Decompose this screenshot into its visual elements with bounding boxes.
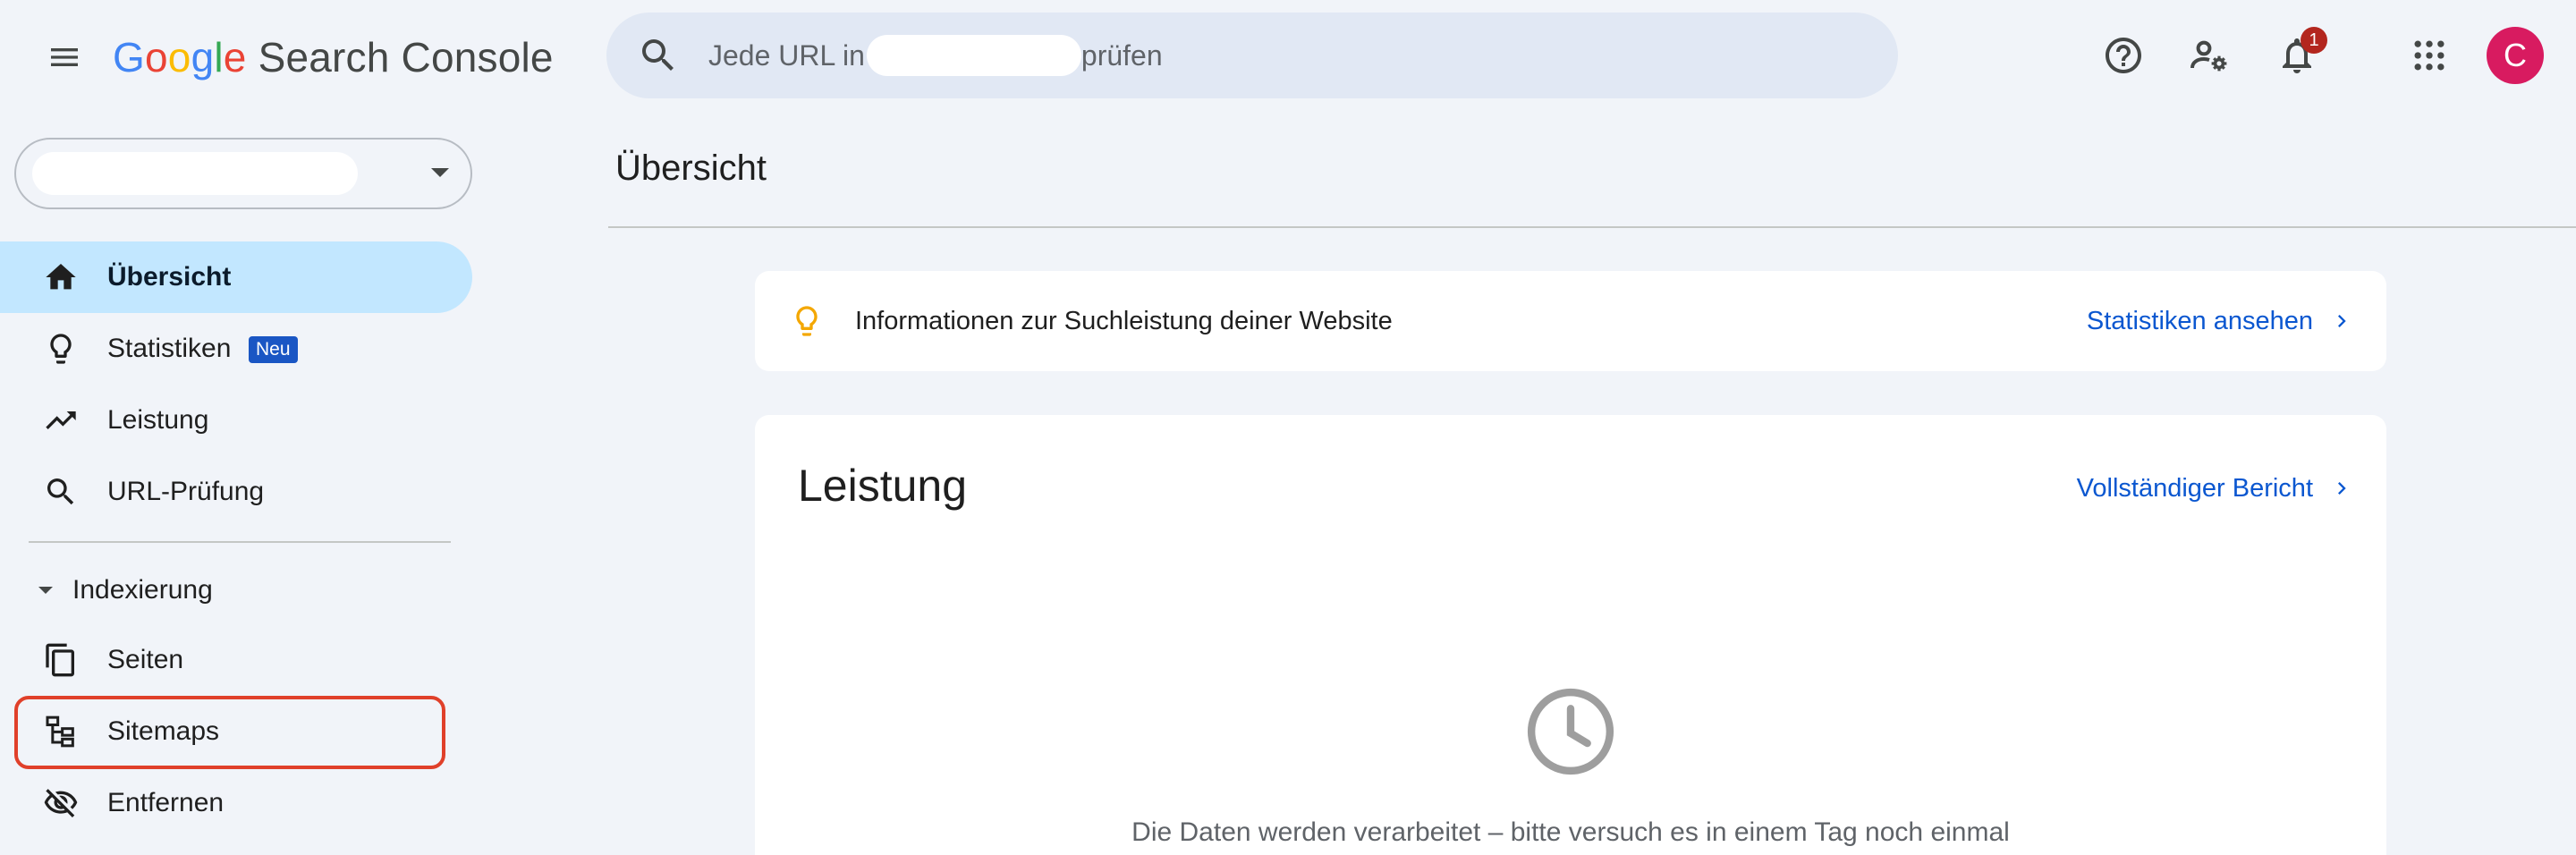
- google-apps-button[interactable]: [2399, 25, 2460, 86]
- logo-letter: G: [113, 34, 145, 80]
- new-badge: Neu: [249, 336, 298, 363]
- performance-card: Leistung Vollständiger Bericht Die Daten…: [755, 415, 2386, 855]
- sidebar-item-label: Statistiken: [107, 334, 232, 363]
- sidebar-item-entfernen[interactable]: Entfernen: [0, 767, 472, 839]
- visibility-off-icon: [43, 785, 79, 821]
- link-label: Statistiken ansehen: [2086, 306, 2313, 335]
- redacted-property: [866, 35, 1081, 76]
- pages-icon: [43, 642, 79, 678]
- search-placeholder[interactable]: Jede URL in prüfen: [708, 13, 1163, 98]
- trending-up-icon: [43, 402, 79, 438]
- sidebar-item-label: Übersicht: [107, 262, 232, 292]
- insights-text: Informationen zur Suchleistung deiner We…: [855, 306, 1393, 335]
- performance-card-title: Leistung: [798, 461, 968, 511]
- menu-icon: [51, 48, 78, 66]
- sidebar-item-label: Leistung: [107, 405, 209, 435]
- sitemap-icon: [43, 714, 79, 749]
- insights-card: Informationen zur Suchleistung deiner We…: [755, 271, 2386, 371]
- manage-users-button[interactable]: [2179, 25, 2240, 86]
- search-icon[interactable]: [637, 34, 680, 77]
- help-button[interactable]: [2093, 25, 2154, 86]
- manage-users-icon: [2190, 40, 2227, 72]
- search-icon: [43, 474, 79, 510]
- logo-letter: o: [144, 34, 168, 80]
- account-avatar[interactable]: C: [2487, 27, 2544, 84]
- caret-down-icon: [38, 587, 53, 594]
- page-title: Übersicht: [615, 148, 767, 188]
- google-search-console-logo[interactable]: Go o g l e Search Console: [113, 30, 554, 84]
- sidebar-item-label: URL-Prüfung: [107, 477, 265, 506]
- sidebar-item-url-pruefung[interactable]: URL-Prüfung: [0, 456, 472, 528]
- notification-count-badge: 1: [2301, 27, 2327, 54]
- logo-letter: l: [214, 34, 224, 80]
- lightbulb-icon: [43, 331, 79, 367]
- search-placeholder-end: prüfen: [1080, 38, 1163, 72]
- sidebar-section-label: Indexierung: [72, 575, 213, 605]
- sidebar-item-statistiken[interactable]: Statistiken Neu: [0, 313, 472, 385]
- notifications-button[interactable]: 1: [2267, 25, 2327, 86]
- top-app-bar: Go o g l e Search Console Jede URL in prüfen: [0, 0, 2576, 111]
- sidebar-item-sitemaps[interactable]: Sitemaps: [0, 696, 472, 767]
- lightbulb-icon: [796, 306, 818, 336]
- sidebar-item-uebersicht[interactable]: Übersicht: [0, 241, 472, 313]
- url-inspection-search[interactable]: Jede URL in prüfen: [606, 13, 1898, 98]
- sidebar-divider: [29, 541, 451, 543]
- property-selector[interactable]: [14, 138, 472, 209]
- redacted-property-name: [32, 152, 358, 195]
- chevron-right-icon: [2338, 482, 2346, 495]
- logo-letter: o: [167, 34, 191, 80]
- link-label: Vollständiger Bericht: [2076, 473, 2313, 503]
- main-menu-button[interactable]: [36, 29, 93, 86]
- logo-letter: g: [191, 34, 215, 80]
- statistiken-ansehen-link[interactable]: Statistiken ansehen: [2087, 271, 2354, 371]
- processing-message: Die Daten werden verarbeitet – bitte ver…: [1131, 817, 2010, 847]
- sidebar-section-indexierung[interactable]: Indexierung: [29, 554, 213, 626]
- logo-letter: e: [223, 34, 247, 80]
- product-name: Search Console: [258, 34, 554, 80]
- search-placeholder-start: Jede URL in: [708, 38, 865, 72]
- sidebar-item-seiten[interactable]: Seiten: [0, 624, 472, 696]
- clock-icon: [1527, 688, 1614, 775]
- full-report-link[interactable]: Vollständiger Bericht: [2077, 470, 2354, 506]
- sidebar-item-leistung[interactable]: Leistung: [0, 385, 472, 456]
- sidebar-item-label: Seiten: [107, 645, 184, 674]
- title-divider: [608, 226, 2576, 228]
- sidebar-item-label: Sitemaps: [107, 716, 220, 746]
- apps-grid-icon: [2414, 40, 2445, 71]
- home-icon: [43, 259, 79, 295]
- sidebar-item-label: Entfernen: [107, 788, 225, 817]
- search-console-app: Go o g l e Search Console Jede URL in prüfen: [0, 0, 2576, 855]
- dropdown-caret-icon: [431, 168, 449, 177]
- chevron-right-icon: [2338, 315, 2346, 327]
- help-icon: [2106, 38, 2141, 73]
